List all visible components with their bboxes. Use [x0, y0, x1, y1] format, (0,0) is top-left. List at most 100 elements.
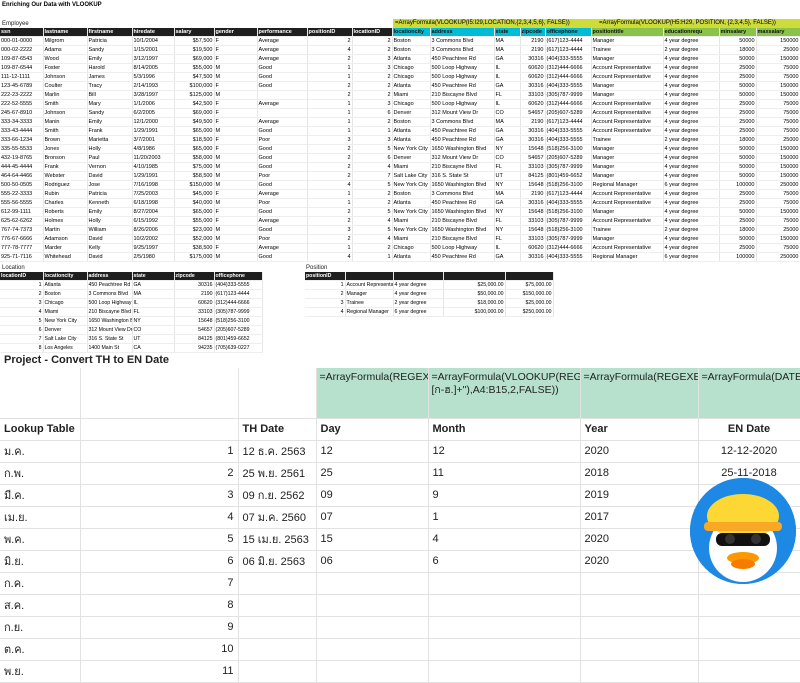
- employee-cell[interactable]: Good: [257, 126, 308, 136]
- day-cell[interactable]: 12: [316, 440, 429, 463]
- position-header-cell[interactable]: [393, 272, 444, 281]
- employee-cell[interactable]: 500 Loop Highway: [430, 243, 495, 253]
- employee-cell[interactable]: $175,000: [174, 252, 215, 262]
- month-cell[interactable]: 11: [428, 462, 581, 485]
- employee-cell[interactable]: 100000: [719, 180, 757, 190]
- employee-cell[interactable]: 2190: [520, 45, 546, 55]
- employee-cell[interactable]: 5: [352, 180, 393, 190]
- employee-cell[interactable]: 4 year degree: [663, 144, 720, 154]
- employee-header-cell[interactable]: lastname: [43, 28, 88, 37]
- employee-cell[interactable]: 4 year degree: [663, 81, 720, 91]
- position-header-cell[interactable]: [505, 272, 554, 281]
- employee-cell[interactable]: Good: [257, 207, 308, 217]
- employee-cell[interactable]: $18,500: [174, 135, 215, 145]
- employee-header-cell[interactable]: locationcity: [392, 28, 431, 37]
- location-cell[interactable]: CO: [132, 325, 175, 335]
- employee-cell[interactable]: $69,000: [174, 54, 215, 64]
- location-cell[interactable]: Boston: [43, 289, 88, 299]
- employee-cell[interactable]: 4 year degree: [663, 36, 720, 46]
- employee-cell[interactable]: 4 year degree: [663, 162, 720, 172]
- employee-cell[interactable]: (312)444-6666: [545, 72, 592, 82]
- employee-cell[interactable]: 1: [307, 108, 353, 118]
- employee-cell[interactable]: 000-02-2222: [0, 45, 44, 55]
- employee-cell[interactable]: 500 Loop Highway: [430, 63, 495, 73]
- lookup-month-abbr[interactable]: พ.ค.: [0, 528, 81, 551]
- formula-cell-location[interactable]: =ArrayFormula(VLOOKUP(I5:I29,LOCATION,{2…: [393, 19, 597, 28]
- lookup-month-number[interactable]: 8: [80, 594, 239, 617]
- employee-cell[interactable]: 150000: [756, 162, 800, 172]
- employee-cell[interactable]: Account Representative: [591, 117, 664, 127]
- employee-cell[interactable]: 60620: [520, 72, 546, 82]
- employee-cell[interactable]: Emily: [87, 207, 133, 217]
- employee-cell[interactable]: Rodriguez: [43, 180, 88, 190]
- location-cell[interactable]: IL: [132, 298, 175, 308]
- employee-cell[interactable]: 33103: [520, 216, 546, 226]
- employee-cell[interactable]: 25000: [719, 72, 757, 82]
- employee-cell[interactable]: 3/12/1997: [132, 54, 175, 64]
- employee-cell[interactable]: New York City: [392, 225, 431, 235]
- location-cell[interactable]: (617)123-4444: [214, 289, 263, 299]
- employee-cell[interactable]: 25000: [756, 45, 800, 55]
- employee-cell[interactable]: 6/15/1992: [132, 216, 175, 226]
- employee-cell[interactable]: Roberts: [43, 207, 88, 217]
- employee-cell[interactable]: 2: [352, 243, 393, 253]
- employee-cell[interactable]: Manager: [591, 36, 664, 46]
- employee-cell[interactable]: Foster: [43, 63, 88, 73]
- employee-cell[interactable]: 2: [307, 36, 353, 46]
- employee-cell[interactable]: MA: [494, 117, 521, 127]
- employee-cell[interactable]: Good: [257, 72, 308, 82]
- employee-cell[interactable]: Average: [257, 117, 308, 127]
- position-cell[interactable]: 2: [305, 289, 346, 299]
- location-cell[interactable]: 94235: [174, 343, 215, 353]
- employee-cell[interactable]: Miami: [392, 90, 431, 100]
- employee-cell[interactable]: (312)444-6666: [545, 63, 592, 73]
- employee-cell[interactable]: 450 Peachtree Rd: [430, 198, 495, 208]
- lookup-month-number[interactable]: 11: [80, 660, 239, 683]
- employee-cell[interactable]: GA: [494, 198, 521, 208]
- employee-cell[interactable]: F: [214, 216, 258, 226]
- employee-cell[interactable]: 4 year degree: [663, 126, 720, 136]
- position-cell[interactable]: $150,000.00: [505, 289, 554, 299]
- employee-cell[interactable]: $65,000: [174, 144, 215, 154]
- employee-cell[interactable]: $55,000: [174, 63, 215, 73]
- employee-cell[interactable]: 6 year degree: [663, 180, 720, 190]
- employee-cell[interactable]: Emily: [87, 117, 133, 127]
- employee-cell[interactable]: Account Representative: [591, 99, 664, 109]
- employee-cell[interactable]: 10/1/2004: [132, 36, 175, 46]
- position-cell[interactable]: $25,000.00: [505, 298, 554, 308]
- location-cell[interactable]: MA: [132, 289, 175, 299]
- employee-cell[interactable]: 2 year degree: [663, 45, 720, 55]
- employee-cell[interactable]: Manager: [591, 234, 664, 244]
- th-date-cell[interactable]: [238, 660, 317, 683]
- employee-cell[interactable]: 2: [352, 198, 393, 208]
- formula-cell-position[interactable]: =ArrayFormula(VLOOKUP(H5:H29, POSITION, …: [597, 19, 800, 28]
- employee-cell[interactable]: 2190: [520, 189, 546, 199]
- employee-cell[interactable]: 50000: [719, 162, 757, 172]
- employee-cell[interactable]: Poor: [257, 135, 308, 145]
- employee-cell[interactable]: (617)123-4444: [545, 189, 592, 199]
- position-cell[interactable]: Manager: [345, 289, 394, 299]
- employee-cell[interactable]: 555-22-3333: [0, 189, 44, 199]
- employee-cell[interactable]: 100000: [719, 252, 757, 262]
- employee-cell[interactable]: 3: [307, 225, 353, 235]
- employee-cell[interactable]: Harold: [87, 63, 133, 73]
- lookup-month-number[interactable]: 9: [80, 616, 239, 639]
- location-cell[interactable]: 60620: [174, 298, 215, 308]
- employee-cell[interactable]: Patricia: [87, 36, 133, 46]
- employee-cell[interactable]: Good: [257, 81, 308, 91]
- employee-cell[interactable]: Atlanta: [392, 135, 431, 145]
- employee-cell[interactable]: 4 year degree: [663, 54, 720, 64]
- employee-cell[interactable]: Atlanta: [392, 81, 431, 91]
- employee-cell[interactable]: (617)123-4444: [545, 117, 592, 127]
- employee-cell[interactable]: Salt Lake City: [392, 171, 431, 181]
- employee-cell[interactable]: Chicago: [392, 243, 431, 253]
- employee-cell[interactable]: William: [87, 225, 133, 235]
- lookup-month-number[interactable]: 7: [80, 572, 239, 595]
- location-cell[interactable]: Denver: [43, 325, 88, 335]
- employee-cell[interactable]: Manager: [591, 144, 664, 154]
- employee-cell[interactable]: $47,500: [174, 72, 215, 82]
- day-cell[interactable]: [316, 594, 429, 617]
- employee-cell[interactable]: 18000: [719, 135, 757, 145]
- employee-cell[interactable]: GA: [494, 81, 521, 91]
- employee-cell[interactable]: 210 Biscayne Blvd: [430, 162, 495, 172]
